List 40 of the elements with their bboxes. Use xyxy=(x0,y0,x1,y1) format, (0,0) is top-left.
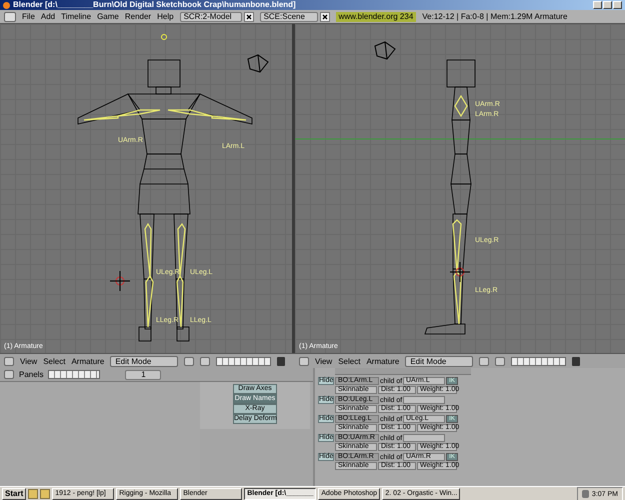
lock-icon[interactable] xyxy=(572,356,580,366)
panels-menu[interactable]: Panels xyxy=(19,370,44,379)
menu-item[interactable]: File xyxy=(22,12,35,21)
scene-field[interactable]: SCE:Scene xyxy=(260,12,318,22)
camera-icon xyxy=(374,41,396,60)
mode-dropdown[interactable]: Edit Mode xyxy=(405,356,474,366)
version-label: www.blender.org 234 xyxy=(336,12,416,22)
menu-item[interactable]: Armature xyxy=(366,356,400,366)
menu-item[interactable]: Select xyxy=(43,356,66,366)
app-logo-icon xyxy=(3,2,10,8)
menu-item[interactable]: Render xyxy=(124,12,152,21)
screen-field[interactable]: SCR:2-Model xyxy=(180,12,242,22)
menu-item[interactable]: View xyxy=(315,356,332,366)
origin-icon xyxy=(161,34,167,40)
maximize-button[interactable] xyxy=(603,1,612,9)
mode-dropdown[interactable]: Edit Mode xyxy=(110,356,178,366)
start-button[interactable]: Start xyxy=(2,488,26,500)
menu-item[interactable]: Game xyxy=(97,12,119,21)
3d-cursor-icon xyxy=(110,270,130,292)
camera-icon xyxy=(247,54,269,73)
3d-cursor-icon xyxy=(450,262,470,282)
menu-item[interactable]: Timeline xyxy=(61,12,92,21)
menu-item[interactable]: Help xyxy=(157,12,174,21)
close-icon[interactable] xyxy=(244,12,254,22)
window-title: Blender [d:\________Burn\Old Digital Sketchbook Crap\humanbone.blend] xyxy=(13,0,296,10)
context-buttons[interactable] xyxy=(48,370,100,379)
frame-field[interactable]: 1 xyxy=(125,370,162,380)
stats-text: Ve:12-12 | Fa:0-8 | Mem:1.29M Armature xyxy=(422,12,568,21)
menu-item[interactable]: Armature xyxy=(71,356,104,366)
menu-item[interactable]: Select xyxy=(338,356,360,366)
menu-item[interactable]: Add xyxy=(40,12,56,21)
menu-item[interactable]: View xyxy=(20,356,38,366)
lock-icon[interactable] xyxy=(277,356,286,366)
layer-buttons[interactable] xyxy=(216,356,272,366)
minimize-button[interactable] xyxy=(593,1,602,9)
close-button[interactable] xyxy=(613,1,622,9)
parent-dropdown[interactable] xyxy=(403,434,445,442)
layer-buttons[interactable] xyxy=(511,356,566,366)
close-icon[interactable] xyxy=(320,12,330,22)
parent-dropdown[interactable] xyxy=(403,396,445,404)
